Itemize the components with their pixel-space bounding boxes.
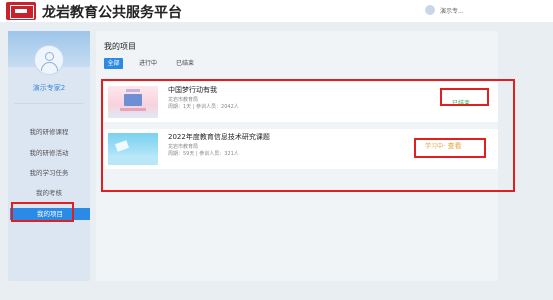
platform-logo[interactable] xyxy=(6,2,36,20)
user-name[interactable]: 演示专... xyxy=(440,6,464,15)
page-title: 我的项目 xyxy=(104,42,136,51)
sidebar-item-assessment[interactable]: 我的考核 xyxy=(8,188,90,198)
sidebar: 演示专家2 我的研修课程 我的研修活动 我的学习任务 我的考核 我的项目 xyxy=(8,31,90,281)
tab-in-progress[interactable]: 进行中 xyxy=(138,58,158,69)
user-avatar-icon xyxy=(34,45,64,75)
site-title: 龙岩教育公共服务平台 xyxy=(42,5,182,21)
expert-name: 演示专家2 xyxy=(32,84,66,92)
avatar-head-shape xyxy=(45,52,54,61)
sidebar-item-tasks[interactable]: 我的学习任务 xyxy=(8,168,90,178)
annotation-box xyxy=(11,202,74,222)
tab-all[interactable]: 全部 xyxy=(104,58,123,69)
top-bar: 龙岩教育公共服务平台 演示专... xyxy=(0,0,553,22)
annotation-box xyxy=(440,88,489,106)
avatar-shoulder-shape xyxy=(41,62,58,71)
annotation-box xyxy=(414,138,486,158)
user-avatar[interactable] xyxy=(425,5,435,15)
sidebar-item-courses[interactable]: 我的研修课程 xyxy=(8,127,90,137)
tab-ended[interactable]: 已结束 xyxy=(174,58,196,69)
sidebar-divider xyxy=(14,103,84,104)
sidebar-item-activities[interactable]: 我的研修活动 xyxy=(8,148,90,158)
